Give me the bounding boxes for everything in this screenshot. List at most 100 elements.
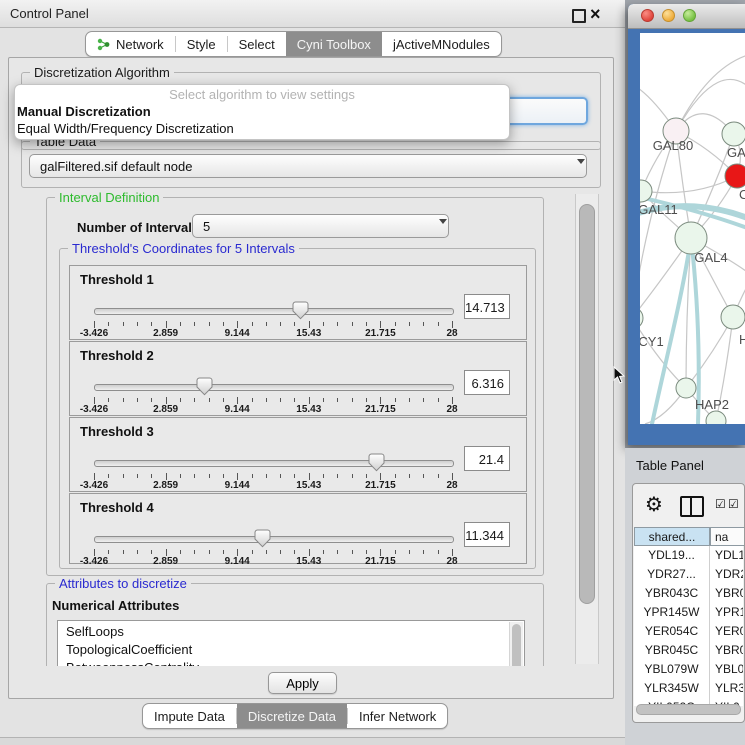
threshold-value-field[interactable]: 14.713: [464, 294, 510, 319]
threshold-value-field[interactable]: 6.316: [464, 370, 510, 395]
network-node[interactable]: [722, 122, 745, 146]
tab-style[interactable]: Style: [176, 32, 227, 56]
cell-shared-name[interactable]: YBL079W: [634, 660, 710, 679]
cell-name[interactable]: YER0: [710, 622, 743, 641]
threshold-slider-track[interactable]: [94, 460, 454, 467]
cell-name[interactable]: YBR0: [710, 584, 743, 603]
tab-network[interactable]: Network: [86, 32, 175, 56]
tick-mark: [452, 321, 453, 328]
dropdown-item[interactable]: Manual Discretization: [15, 103, 509, 120]
tick-label: 21.715: [365, 556, 396, 567]
list-scrollbar-track[interactable]: [509, 622, 523, 666]
threshold-panel: Threshold 1 -3.4262.8599.14415.4321.7152…: [69, 265, 527, 340]
column-header-name[interactable]: na: [710, 527, 745, 546]
table-data-combobox[interactable]: galFiltered.sif default node: [29, 154, 587, 178]
tick-mark: [438, 398, 439, 402]
cell-shared-name[interactable]: YDR27...: [634, 565, 710, 584]
tab-cyni-toolbox[interactable]: Cyni Toolbox: [286, 32, 382, 56]
table-row[interactable]: YDL19...YDL1: [634, 546, 743, 565]
threshold-slider-track[interactable]: [94, 308, 454, 315]
tick-mark: [108, 398, 109, 402]
cell-shared-name[interactable]: YDL19...: [634, 546, 710, 565]
split-columns-icon[interactable]: [680, 496, 704, 517]
table-horizontal-scrollbar[interactable]: [636, 704, 741, 715]
tick-label: 21.715: [365, 480, 396, 491]
gear-icon[interactable]: ⚙: [645, 492, 663, 518]
attribute-item[interactable]: TopologicalCoefficient: [58, 641, 524, 659]
thresholds-group-title: Threshold's Coordinates for 5 Intervals: [68, 241, 299, 256]
threshold-slider-track[interactable]: [94, 384, 454, 391]
threshold-slider-thumb[interactable]: [254, 529, 271, 548]
column-header-shared-name[interactable]: shared...: [634, 527, 710, 546]
tab-jactivemnodules[interactable]: jActiveMNodules: [382, 32, 501, 56]
dropdown-items: Manual DiscretizationEqual Width/Frequen…: [15, 103, 509, 137]
table-row[interactable]: YER054CYER0: [634, 622, 743, 641]
tick-mark: [337, 550, 338, 554]
checkbox-icon[interactable]: ☑: [728, 497, 739, 511]
cell-name[interactable]: YDR2: [710, 565, 743, 584]
cell-shared-name[interactable]: YER054C: [634, 622, 710, 641]
minimize-traffic-light-icon[interactable]: [662, 9, 675, 22]
cell-name[interactable]: YDL1: [710, 546, 743, 565]
table-row[interactable]: YPR145WYPR1: [634, 603, 743, 622]
table-row[interactable]: YLR345WYLR3: [634, 679, 743, 698]
network-node[interactable]: [725, 164, 745, 188]
apply-button[interactable]: Apply: [268, 672, 337, 694]
attribute-item[interactable]: BetweennessCentrality: [58, 659, 524, 666]
cell-shared-name[interactable]: YBR045C: [634, 641, 710, 660]
table-row[interactable]: YBL079WYBL0: [634, 660, 743, 679]
cell-shared-name[interactable]: YLR345W: [634, 679, 710, 698]
tick-mark: [266, 474, 267, 478]
network-node[interactable]: [721, 305, 745, 329]
zoom-traffic-light-icon[interactable]: [683, 9, 696, 22]
close-traffic-light-icon[interactable]: [641, 9, 654, 22]
threshold-slider-thumb[interactable]: [196, 377, 213, 396]
dropdown-item[interactable]: Equal Width/Frequency Discretization: [15, 120, 509, 137]
algorithm-dropdown-popup: Select algorithm to view settings Manual…: [14, 84, 510, 140]
close-icon[interactable]: ×: [590, 1, 601, 27]
settings-viewport: Interval Definition Number of Intervals …: [21, 191, 577, 666]
tick-mark: [137, 398, 138, 402]
threshold-slider-thumb[interactable]: [292, 301, 309, 320]
threshold-value-field[interactable]: 11.344: [464, 522, 510, 547]
cell-name[interactable]: YPR1: [710, 603, 743, 622]
cell-name[interactable]: YBL0: [710, 660, 743, 679]
tick-mark: [280, 474, 281, 478]
table-row[interactable]: YBR043CYBR0: [634, 584, 743, 603]
bottom-tab-infer-network[interactable]: Infer Network: [348, 704, 447, 728]
attributes-listbox[interactable]: SelfLoopsTopologicalCoefficientBetweenne…: [57, 620, 525, 666]
checkbox-icon[interactable]: ☑: [715, 497, 726, 511]
tab-label: Select: [239, 37, 275, 52]
settings-scrollbar-track[interactable]: [575, 194, 599, 664]
cell-shared-name[interactable]: YPR145W: [634, 603, 710, 622]
tick-label: 15.43: [296, 480, 321, 491]
tick-mark: [151, 550, 152, 554]
threshold-value-field[interactable]: 21.4: [464, 446, 510, 471]
cell-name[interactable]: YLR3: [710, 679, 743, 698]
table-row[interactable]: YDR27...YDR2: [634, 565, 743, 584]
tick-mark: [423, 322, 424, 326]
float-window-icon[interactable]: [572, 9, 586, 23]
numerical-attributes-label: Numerical Attributes: [52, 598, 179, 613]
bottom-tab-impute-data[interactable]: Impute Data: [143, 704, 236, 728]
attribute-item[interactable]: SelfLoops: [58, 623, 524, 641]
tab-select[interactable]: Select: [228, 32, 286, 56]
network-node-label: GA: [727, 145, 745, 160]
bottom-tab-discretize-data[interactable]: Discretize Data: [237, 704, 347, 728]
network-node[interactable]: [640, 307, 643, 329]
tick-mark: [223, 322, 224, 326]
number-of-intervals-combobox[interactable]: 5: [192, 214, 449, 238]
threshold-slider-track[interactable]: [94, 536, 454, 543]
table-row[interactable]: YBR045CYBR0: [634, 641, 743, 660]
cell-shared-name[interactable]: YBR043C: [634, 584, 710, 603]
tab-label: Network: [116, 37, 164, 52]
network-node[interactable]: [676, 378, 696, 398]
network-canvas[interactable]: GAL80GACGAL11GAL4GCY1HHAP2: [640, 33, 745, 424]
threshold-slider-thumb[interactable]: [368, 453, 385, 472]
cell-name[interactable]: YBR0: [710, 641, 743, 660]
settings-scrollbar-thumb[interactable]: [579, 204, 595, 604]
table-panel-title: Table Panel: [636, 458, 704, 473]
list-scrollbar-thumb[interactable]: [512, 624, 521, 666]
tick-label: 21.715: [365, 404, 396, 415]
tick-label: 2.859: [153, 556, 178, 567]
